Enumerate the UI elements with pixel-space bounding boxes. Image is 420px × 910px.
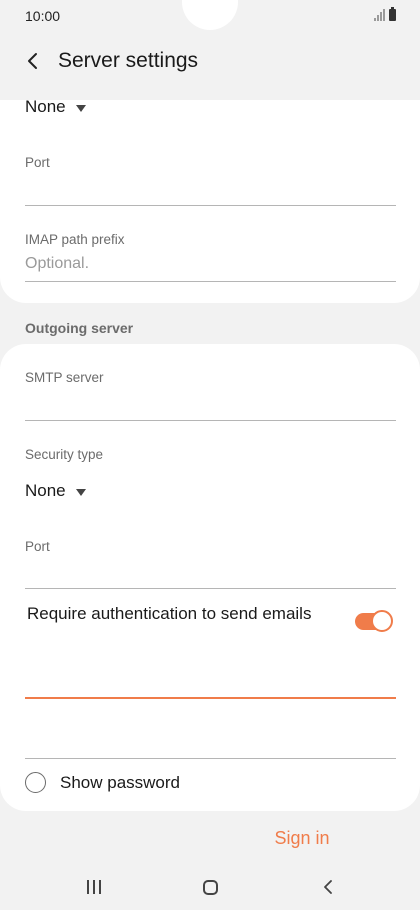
- incoming-server-card: None Port IMAP path prefix Optional.: [0, 97, 420, 303]
- status-icons: [374, 7, 396, 21]
- incoming-security-type-value: None: [25, 97, 66, 116]
- smtp-server-label: SMTP server: [25, 370, 104, 385]
- toggle-knob: [371, 610, 393, 632]
- require-auth-label: Require authentication to send emails: [27, 604, 312, 623]
- security-type-value: None: [25, 481, 66, 500]
- incoming-port-label: Port: [25, 155, 50, 170]
- nav-back-icon: [324, 880, 332, 894]
- show-password-label: Show password: [60, 772, 181, 792]
- imap-prefix-input[interactable]: Optional.: [25, 255, 89, 273]
- navigation-bar: [0, 866, 420, 910]
- camera-notch: [182, 0, 238, 30]
- imap-prefix-label: IMAP path prefix: [25, 232, 125, 247]
- status-time: 10:00: [25, 8, 61, 24]
- home-button[interactable]: [190, 874, 230, 900]
- incoming-port-input[interactable]: [25, 172, 396, 204]
- show-password-row[interactable]: Show password: [25, 772, 180, 793]
- signal-icon: [374, 9, 385, 21]
- username-underline: [25, 697, 396, 699]
- outgoing-server-card: SMTP server Security type None Port Requ…: [0, 344, 420, 811]
- caret-down-icon: [75, 104, 86, 112]
- caret-down-icon: [75, 488, 86, 496]
- incoming-port-underline: [25, 205, 396, 206]
- show-password-checkbox[interactable]: [25, 772, 46, 793]
- back-arrow-icon: [28, 53, 37, 69]
- outgoing-server-header: Outgoing server: [25, 320, 134, 336]
- recents-button[interactable]: [74, 874, 114, 900]
- username-input[interactable]: [25, 664, 396, 698]
- recents-icon: [87, 880, 101, 894]
- outgoing-port-input[interactable]: [25, 556, 396, 588]
- security-type-dropdown[interactable]: None: [25, 481, 86, 501]
- back-button[interactable]: [18, 46, 48, 76]
- require-auth-toggle[interactable]: [355, 610, 393, 632]
- battery-icon: [389, 7, 396, 21]
- outgoing-port-label: Port: [25, 539, 50, 554]
- imap-prefix-underline: [25, 281, 396, 282]
- password-input[interactable]: [25, 724, 396, 758]
- smtp-server-underline: [25, 420, 396, 421]
- smtp-server-input[interactable]: [25, 388, 396, 420]
- page-title: Server settings: [58, 49, 199, 72]
- sign-in-button[interactable]: Sign in: [260, 822, 344, 854]
- nav-back-button[interactable]: [308, 874, 348, 900]
- outgoing-port-underline: [25, 588, 396, 589]
- security-type-label: Security type: [25, 447, 104, 462]
- status-bar: 10:00: [0, 0, 420, 34]
- incoming-security-type-dropdown[interactable]: None: [25, 97, 86, 117]
- password-underline: [25, 758, 396, 759]
- home-icon: [202, 879, 218, 895]
- app-bar: Server settings: [0, 34, 420, 90]
